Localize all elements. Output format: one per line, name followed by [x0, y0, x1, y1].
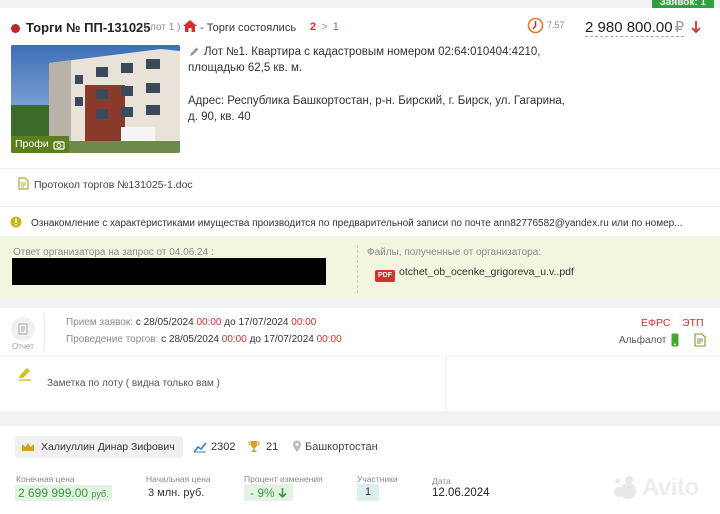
location-icon [292, 440, 302, 453]
avito-wordmark: Avito [642, 474, 699, 501]
wins-value: 21 [266, 441, 279, 453]
price-down-icon [691, 20, 701, 34]
change-label: Процент изменения [244, 474, 323, 484]
rating-value: 7.57 [547, 20, 565, 30]
count-red: 2 [310, 21, 317, 33]
auction-status: - Торги состоялись [200, 22, 297, 34]
answer-label: Ответ организатора на запрос от 04.06.24… [13, 247, 214, 258]
region: Башкортостан [305, 441, 378, 453]
auction-period: Проведение торгов: с 28/05/2024 00:00 до… [66, 334, 342, 345]
auction-to-time: 00:00 [316, 334, 342, 345]
auction-to-prefix: до [249, 334, 261, 345]
answer-redacted [12, 258, 326, 285]
auction-from-date: 28/05/2024 [168, 334, 219, 345]
applications-to-prefix: до [224, 317, 236, 328]
vertical-divider [44, 313, 45, 351]
count-green: 1 [332, 21, 339, 33]
applications-from-date: 28/05/2024 [143, 317, 194, 328]
final-price-value: 2 699 999.00 [18, 486, 89, 500]
divider [0, 206, 720, 207]
stats-icon [193, 442, 207, 453]
bid-counts: 2 > 1 [310, 21, 339, 33]
organizer-section: Ответ организатора на запрос от 04.06.24… [0, 237, 720, 299]
pro-badge-label: Профи [15, 138, 49, 150]
count-separator: > [321, 21, 328, 33]
final-price-label: Конечная цена [16, 474, 75, 484]
participants-label: Участники [357, 474, 398, 484]
auction-from-time: 00:00 [221, 334, 247, 345]
participants-value: 1 [357, 484, 379, 501]
lot-photo[interactable]: Профи [11, 45, 180, 153]
lot-title[interactable]: Торги № ПП-131025 [26, 20, 151, 35]
alfalot-link[interactable]: Альфалот [619, 335, 666, 346]
avito-logo-icon [614, 476, 636, 499]
winner-chip[interactable]: Халиуллин Динар Зифович [15, 436, 183, 458]
applications-period: Прием заявок: с 28/05/2024 00:00 до 17/0… [66, 317, 316, 328]
change-value-box: - 9% [244, 484, 293, 501]
avito-watermark: Avito [612, 474, 699, 502]
lot-address: Адрес: Республика Башкортостан, р-н. Бир… [188, 95, 565, 123]
winner-name: Халиуллин Динар Зифович [41, 441, 175, 453]
notice-text: Ознакомление с характеристиками имуществ… [31, 218, 683, 229]
change-value: - 9% [250, 485, 275, 500]
schedule-card: Отчет Прием заявок: с 28/05/2024 00:00 д… [0, 308, 720, 356]
applications-from-time: 00:00 [196, 317, 222, 328]
applications-from-prefix: с [135, 317, 141, 328]
price-value: 2 980 800.00 [585, 19, 673, 36]
pdf-icon: PDF [375, 270, 395, 282]
lot-description: Лот №1. Квартира с кадастровым номером 0… [188, 46, 541, 74]
applications-to-date: 17/07/2024 [238, 317, 289, 328]
status-dot [11, 24, 20, 33]
document-icon [18, 177, 29, 190]
auction-label: Проведение торгов: [66, 334, 159, 345]
final-price-unit: руб. [91, 489, 109, 499]
currency: ₽ [674, 19, 685, 36]
stats-value: 2302 [211, 441, 236, 453]
auction-from-prefix: с [161, 334, 167, 345]
camera-icon [53, 140, 65, 150]
note-card: Заметка по лоту ( видна только вам ) [0, 357, 720, 411]
info-icon [10, 216, 22, 228]
start-price-label: Начальная цена [146, 474, 211, 484]
rating-icon [527, 17, 544, 34]
arrow-down-icon [278, 487, 287, 499]
note-field[interactable]: Заметка по лоту ( видна только вам ) [47, 378, 220, 389]
protocol-link[interactable]: Протокол торгов №131025-1.doc [34, 179, 193, 191]
vertical-divider [357, 245, 358, 293]
report-label: Отчет [12, 342, 34, 351]
applications-label: Прием заявок: [66, 317, 134, 328]
lot-card: Торги № ПП-131025 ( лот 1 ) - Торги сост… [0, 8, 720, 236]
date-value: 12.06.2024 [432, 487, 490, 499]
report-icon[interactable] [11, 317, 35, 341]
note-icon [17, 365, 33, 381]
pro-badge: Профи [11, 136, 69, 153]
applications-to-time: 00:00 [291, 317, 317, 328]
vertical-divider [445, 357, 446, 411]
auction-to-date: 17/07/2024 [263, 334, 314, 345]
etp-link[interactable]: ЭТП [682, 317, 704, 329]
final-price: 2 699 999.00 руб. [15, 485, 112, 501]
phone-icon[interactable] [671, 333, 679, 347]
trophy-icon [248, 440, 260, 453]
efrs-link[interactable]: ЕФРС [641, 317, 670, 329]
start-price-value: 3 млн. руб. [148, 487, 205, 499]
divider [0, 168, 720, 169]
home-icon[interactable] [182, 19, 198, 33]
winner-card: Халиуллин Динар Зифович 2302 21 Башкорто… [0, 426, 720, 514]
price: 2 980 800.00 ₽ [585, 18, 685, 37]
date-label: Дата [432, 476, 451, 486]
lot-number: ( лот 1 ) [144, 22, 181, 33]
document-icon[interactable] [694, 333, 706, 347]
files-label: Файлы, полученные от организатора: [367, 247, 542, 258]
crown-icon [21, 442, 35, 453]
file-link[interactable]: otchet_ob_ocenke_grigoreva_u.v..pdf [399, 266, 574, 278]
